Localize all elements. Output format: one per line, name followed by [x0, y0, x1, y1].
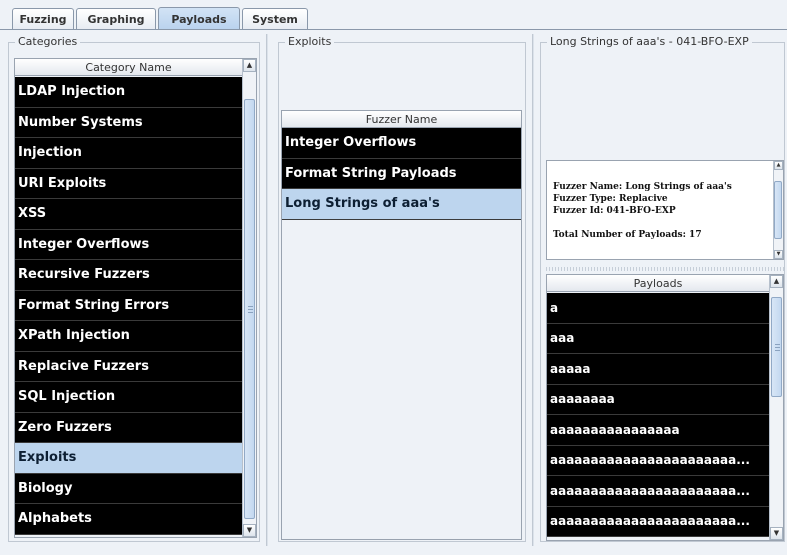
- payload-row[interactable]: aaaaaaaaaaaaaaaa: [547, 415, 769, 446]
- scroll-up-arrow-icon[interactable]: ▲: [770, 275, 783, 288]
- payload-row[interactable]: aaaaaaaa: [547, 384, 769, 415]
- scroll-down-arrow-icon[interactable]: ▼: [770, 527, 783, 540]
- scroll-up-arrow-icon[interactable]: ▲: [774, 161, 783, 170]
- categories-list: LDAP Injection Number Systems Injection …: [15, 77, 242, 535]
- exploits-title: Exploits: [285, 35, 335, 48]
- fuzzer-row-selected[interactable]: Long Strings of aaa's: [282, 189, 521, 220]
- split-divider[interactable]: [266, 34, 268, 546]
- category-row[interactable]: Recursive Fuzzers: [15, 260, 242, 291]
- fuzzers-table: Fuzzer Name Integer Overflows Format Str…: [281, 110, 522, 540]
- split-divider[interactable]: [532, 34, 534, 546]
- exploits-panel: Exploits Fuzzer Name Integer Overflows F…: [272, 34, 530, 546]
- category-row[interactable]: XPath Injection: [15, 321, 242, 352]
- fuzzer-info-text: Fuzzer Name: Long Strings of aaa's Fuzze…: [553, 181, 732, 241]
- tab-graphing[interactable]: Graphing: [76, 8, 156, 30]
- categories-table: Category Name LDAP Injection Number Syst…: [14, 58, 257, 538]
- payload-row[interactable]: aaa: [547, 323, 769, 354]
- tab-fuzzing[interactable]: Fuzzing: [12, 8, 74, 30]
- fuzzer-id-line: Fuzzer Id: 041-BFO-EXP: [553, 206, 676, 216]
- payload-row[interactable]: a: [547, 293, 769, 324]
- payloads-list: a aaa aaaaa aaaaaaaa aaaaaaaaaaaaaaaa aa…: [547, 293, 769, 537]
- fuzzer-name-header[interactable]: Fuzzer Name: [282, 111, 521, 128]
- category-row[interactable]: Alphabets: [15, 504, 242, 535]
- fuzzer-row[interactable]: Format String Payloads: [282, 158, 521, 189]
- payload-row[interactable]: aaaaaaaaaaaaaaaaaaaaaaa...: [547, 476, 769, 507]
- category-row[interactable]: Replacive Fuzzers: [15, 351, 242, 382]
- payloads-table: Payloads a aaa aaaaa aaaaaaaa aaaaaaaaaa…: [546, 274, 784, 541]
- scroll-thumb[interactable]: [771, 297, 782, 397]
- category-row[interactable]: Biology: [15, 473, 242, 504]
- category-row[interactable]: URI Exploits: [15, 168, 242, 199]
- tab-payloads[interactable]: Payloads: [158, 7, 240, 30]
- category-row[interactable]: XSS: [15, 199, 242, 230]
- categories-title: Categories: [15, 35, 81, 48]
- payloads-header[interactable]: Payloads: [547, 275, 769, 292]
- category-row[interactable]: Integer Overflows: [15, 229, 242, 260]
- total-payloads-line: Total Number of Payloads: 17: [553, 230, 702, 240]
- fuzzer-name-line: Fuzzer Name: Long Strings of aaa's: [553, 182, 732, 192]
- category-name-header[interactable]: Category Name: [15, 59, 242, 76]
- fuzzer-row[interactable]: Integer Overflows: [282, 128, 521, 159]
- detail-panel: Long Strings of aaa's - 041-BFO-EXP Fuzz…: [538, 34, 787, 546]
- categories-scrollbar[interactable]: ▲ ▼: [242, 59, 256, 537]
- categories-panel: Categories Category Name LDAP Injection …: [6, 34, 264, 546]
- info-scrollbar[interactable]: ▲ ▼: [773, 161, 783, 259]
- payloads-scrollbar[interactable]: ▲ ▼: [769, 275, 783, 540]
- payload-row[interactable]: aaaaaaaaaaaaaaaaaaaaaaa...: [547, 506, 769, 537]
- detail-title: Long Strings of aaa's - 041-BFO-EXP: [547, 35, 752, 48]
- fuzzer-type-line: Fuzzer Type: Replacive: [553, 194, 668, 204]
- category-row[interactable]: Injection: [15, 138, 242, 169]
- category-row[interactable]: Number Systems: [15, 107, 242, 138]
- scroll-thumb[interactable]: [774, 181, 782, 239]
- category-row[interactable]: Format String Errors: [15, 290, 242, 321]
- category-row-selected[interactable]: Exploits: [15, 443, 242, 474]
- category-row[interactable]: Zero Fuzzers: [15, 412, 242, 443]
- scroll-down-arrow-icon[interactable]: ▼: [774, 250, 783, 259]
- split-grip[interactable]: [546, 267, 784, 271]
- category-row[interactable]: LDAP Injection: [15, 77, 242, 108]
- scroll-thumb[interactable]: [244, 99, 255, 519]
- payload-row[interactable]: aaaaa: [547, 354, 769, 385]
- category-row[interactable]: SQL Injection: [15, 382, 242, 413]
- fuzzer-info-box: Fuzzer Name: Long Strings of aaa's Fuzze…: [546, 160, 784, 260]
- scroll-down-arrow-icon[interactable]: ▼: [243, 524, 256, 537]
- payload-row[interactable]: aaaaaaaaaaaaaaaaaaaaaaa...: [547, 445, 769, 476]
- scroll-up-arrow-icon[interactable]: ▲: [243, 59, 256, 72]
- tab-system[interactable]: System: [242, 8, 308, 30]
- tab-bar: Fuzzing Graphing Payloads System: [0, 0, 787, 30]
- tab-divider: [0, 29, 787, 30]
